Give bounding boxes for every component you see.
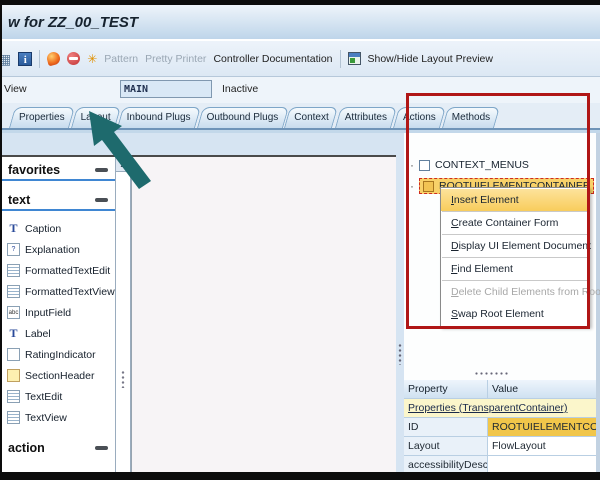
- activate-icon[interactable]: [67, 52, 80, 65]
- layout-preview-icon[interactable]: [348, 52, 361, 65]
- tab-layout[interactable]: Layout: [74, 107, 118, 128]
- section-title: text: [8, 193, 30, 207]
- menu-item-delete-child-elements: Delete Child Elements from Root: [441, 281, 589, 303]
- tree-bullet-icon: ·: [410, 160, 414, 170]
- tree-bullet-icon: ·: [410, 181, 414, 191]
- text-view-icon: [7, 411, 20, 424]
- sap-view-designer-window: w for ZZ_00_TEST ▦ i ✳ Pattern Pretty Pr…: [0, 0, 600, 480]
- property-group-title: Properties (TransparentContainer): [404, 399, 572, 417]
- vertical-splitter[interactable]: [396, 133, 404, 472]
- menu-item-create-container-form[interactable]: Create Container Form: [441, 212, 589, 234]
- palette-item-textview[interactable]: TextView: [2, 407, 115, 428]
- rating-indicator-icon: [7, 348, 20, 361]
- wizard-wand-icon[interactable]: ✳: [87, 53, 97, 65]
- tab-strip: Properties Layout Inbound Plugs Outbound…: [0, 103, 600, 128]
- property-name: ID: [404, 418, 488, 436]
- context-menu: Insert Element Create Container Form Dis…: [440, 187, 590, 327]
- checkbox-icon[interactable]: [419, 160, 430, 171]
- horizontal-splitter-grip[interactable]: [474, 371, 508, 376]
- top-black-border: [0, 0, 600, 5]
- property-value[interactable]: FlowLayout: [488, 437, 596, 455]
- menu-item-display-ui-element-document[interactable]: Display UI Element Document: [441, 235, 589, 257]
- formatted-text-view-icon: [7, 285, 20, 298]
- palette-item-explanation[interactable]: ?Explanation: [2, 239, 115, 260]
- tab-outbound-plugs[interactable]: Outbound Plugs: [200, 107, 286, 128]
- view-status: Inactive: [222, 83, 258, 95]
- palette-item-formattedtextedit[interactable]: FormattedTextEdit: [2, 260, 115, 281]
- bottom-black-border: [0, 472, 600, 480]
- view-form-row: View Inactive: [0, 77, 600, 103]
- collapse-icon[interactable]: [95, 168, 108, 172]
- label-icon: T: [7, 327, 20, 340]
- menu-item-find-element[interactable]: Find Element: [441, 258, 589, 280]
- collapse-icon[interactable]: [95, 198, 108, 202]
- scroll-up-icon[interactable]: ▲: [116, 157, 130, 172]
- view-name-input[interactable]: [120, 80, 212, 98]
- title-bar: w for ZZ_00_TEST: [0, 5, 600, 41]
- caption-icon: T: [7, 222, 20, 235]
- menu-item-swap-root-element[interactable]: Swap Root Element: [441, 303, 589, 325]
- scrollbar-grip-dots[interactable]: [121, 370, 125, 388]
- window-title: w for ZZ_00_TEST: [8, 14, 138, 31]
- pretty-printer-button[interactable]: Pretty Printer: [145, 53, 206, 65]
- section-divider: [2, 179, 115, 181]
- section-title: action: [8, 441, 45, 455]
- splitter-grip-dots[interactable]: [398, 343, 402, 365]
- palette-item-ratingindicator[interactable]: RatingIndicator: [2, 344, 115, 365]
- info-icon[interactable]: i: [18, 52, 32, 66]
- property-column-header: Property: [404, 380, 488, 398]
- table-row-layout: Layout FlowLayout: [404, 437, 596, 456]
- toolbar-separator: [340, 50, 341, 68]
- controller-documentation-button[interactable]: Controller Documentation: [213, 53, 332, 65]
- ui-element-palette: favorites text TCaption ?Explanation For…: [2, 157, 115, 472]
- property-table: Property Value Properties (TransparentCo…: [404, 380, 596, 475]
- check-flame-icon[interactable]: [46, 51, 62, 67]
- tree-item-context-menus[interactable]: · CONTEXT_MENUS: [410, 159, 529, 171]
- property-table-header: Property Value: [404, 380, 596, 399]
- input-field-icon: abc: [7, 306, 20, 319]
- palette-item-label[interactable]: TLabel: [2, 323, 115, 344]
- palette-item-inputfield[interactable]: abcInputField: [2, 302, 115, 323]
- collapse-icon[interactable]: [95, 446, 108, 450]
- toolbar: ▦ i ✳ Pattern Pretty Printer Controller …: [0, 41, 600, 77]
- palette-item-list: TCaption ?Explanation FormattedTextEdit …: [2, 218, 115, 428]
- palette-item-sectionheader[interactable]: SectionHeader: [2, 365, 115, 386]
- tab-attributes[interactable]: Attributes: [338, 107, 394, 128]
- text-edit-icon: [7, 390, 20, 403]
- pattern-button[interactable]: Pattern: [104, 53, 138, 65]
- palette-item-caption[interactable]: TCaption: [2, 218, 115, 239]
- right-edge-strip: [596, 133, 600, 472]
- palette-item-textedit[interactable]: TextEdit: [2, 386, 115, 407]
- section-header-icon: [7, 369, 20, 382]
- checkbox-icon[interactable]: [423, 181, 434, 192]
- table-row-id: ID ROOTUIELEMENTCONTAINER: [404, 418, 596, 437]
- explanation-icon: ?: [7, 243, 20, 256]
- formatted-text-edit-icon: [7, 264, 20, 277]
- left-black-border: [0, 5, 2, 472]
- layout-design-canvas[interactable]: [131, 157, 396, 472]
- palette-item-formattedtextview[interactable]: FormattedTextView: [2, 281, 115, 302]
- tab-properties[interactable]: Properties: [12, 107, 72, 128]
- section-title: favorites: [8, 163, 60, 177]
- view-label: View: [4, 83, 27, 95]
- tab-methods[interactable]: Methods: [445, 107, 497, 128]
- section-divider: [2, 209, 115, 211]
- tab-inbound-plugs[interactable]: Inbound Plugs: [120, 107, 198, 128]
- palette-scrollbar[interactable]: ▲: [115, 157, 131, 472]
- property-value[interactable]: ROOTUIELEMENTCONTAINER: [488, 418, 596, 436]
- value-column-header: Value: [488, 380, 596, 398]
- tree-item-label: CONTEXT_MENUS: [435, 159, 529, 171]
- tab-context[interactable]: Context: [287, 107, 335, 128]
- tab-actions[interactable]: Actions: [396, 107, 443, 128]
- toolbar-separator: [39, 50, 40, 68]
- property-name: Layout: [404, 437, 488, 455]
- menu-item-insert-element[interactable]: Insert Element: [441, 189, 589, 211]
- property-group-row[interactable]: Properties (TransparentContainer): [404, 399, 596, 418]
- palette-section-favorites: favorites: [2, 160, 115, 179]
- show-hide-layout-preview-button[interactable]: Show/Hide Layout Preview: [368, 53, 493, 65]
- palette-section-text: text: [2, 190, 115, 209]
- palette-section-action: action: [2, 438, 115, 457]
